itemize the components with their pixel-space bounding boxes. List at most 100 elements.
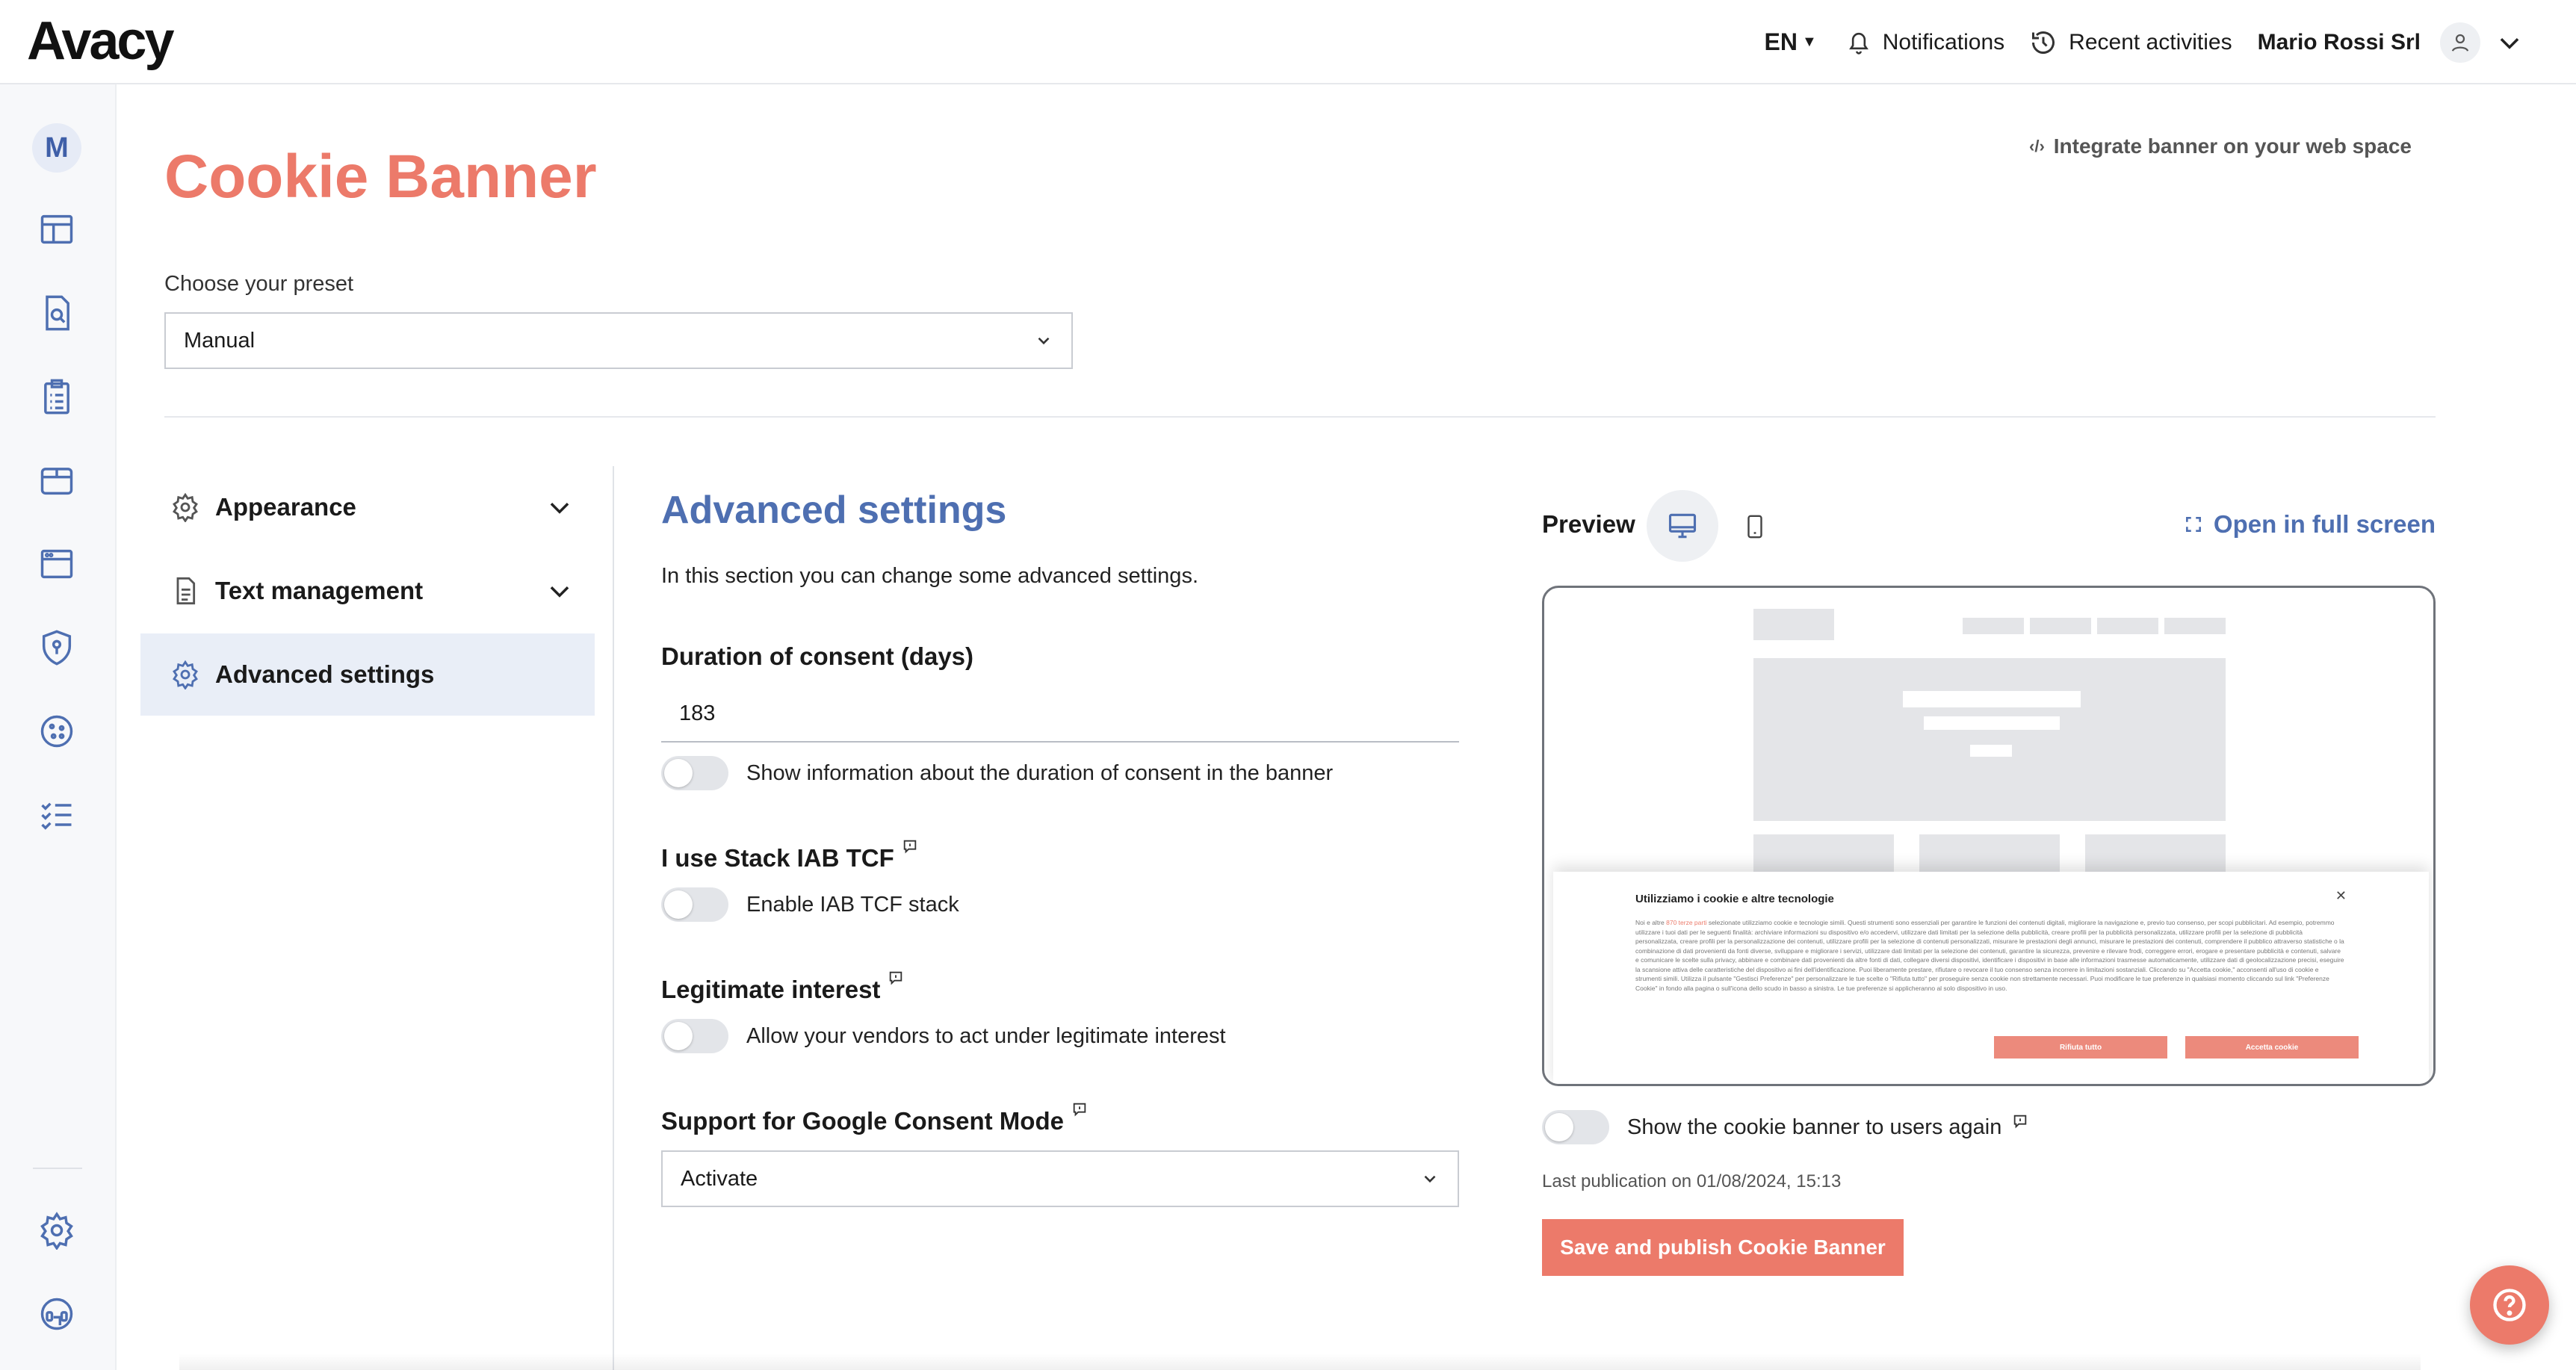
document-search-icon[interactable]	[36, 292, 78, 334]
headset-icon[interactable]	[36, 1293, 78, 1335]
chevron-down-icon[interactable]	[2495, 28, 2524, 57]
recent-activities-button[interactable]: Recent activities	[2030, 29, 2232, 56]
preview-label: Preview	[1542, 510, 1635, 538]
legit-title-text: Legitimate interest	[661, 976, 881, 1003]
shield-icon[interactable]	[36, 627, 78, 669]
page-title: Cookie Banner	[164, 143, 597, 211]
user-name[interactable]: Mario Rossi Srl	[2258, 30, 2421, 55]
desktop-preview-button[interactable]	[1647, 490, 1718, 562]
expand-icon	[2185, 517, 2201, 532]
chevron-down-icon	[550, 503, 569, 514]
duration-title-text: Duration of consent (days)	[661, 642, 974, 670]
info-tooltip-icon[interactable]	[1071, 1101, 1088, 1118]
preview-placeholder-hero	[1753, 658, 2226, 821]
dashboard-icon[interactable]	[36, 208, 78, 250]
preview-placeholder-nav	[2097, 618, 2158, 634]
legit-toggle-row: Allow your vendors to act under legitima…	[661, 1019, 1226, 1053]
notifications-label: Notifications	[1882, 29, 2005, 55]
gcm-value: Activate	[681, 1166, 758, 1191]
language-label: EN	[1764, 28, 1798, 55]
recent-activities-label: Recent activities	[2069, 29, 2232, 55]
top-bar-actions: EN ▼ Notifications Recent activities Mar…	[1765, 0, 2524, 84]
box-icon[interactable]	[36, 459, 78, 501]
duration-info-toggle-row: Show information about the duration of c…	[661, 756, 1333, 790]
top-bar: Avacy EN ▼ Notifications Recent activiti…	[0, 0, 2576, 84]
browser-window-icon[interactable]	[36, 543, 78, 585]
sidebar: M	[0, 84, 117, 1370]
document-icon	[169, 574, 202, 607]
menu-item-label: Text management	[215, 577, 424, 604]
checklist-icon[interactable]	[36, 794, 78, 836]
close-icon: ✕	[2335, 888, 2347, 903]
gear-icon[interactable]	[36, 1209, 78, 1251]
bottom-shadow	[179, 1354, 2421, 1370]
preview-placeholder-nav	[2164, 618, 2226, 634]
preview-placeholder-hero-line	[1903, 691, 2081, 707]
history-icon	[2032, 31, 2055, 54]
iab-title: I use Stack IAB TCF	[661, 840, 918, 872]
gcm-title: Support for Google Consent Mode	[661, 1103, 1088, 1135]
duration-info-toggle-label: Show information about the duration of c…	[746, 760, 1334, 785]
chevron-down-icon	[550, 586, 569, 598]
caret-down-icon: ▼	[1801, 34, 1817, 50]
duration-info-toggle[interactable]	[661, 756, 728, 790]
legit-toggle[interactable]	[661, 1019, 728, 1053]
gcm-title-text: Support for Google Consent Mode	[661, 1107, 1064, 1135]
iab-toggle-row: Enable IAB TCF stack	[661, 887, 959, 922]
preview-placeholder-hero-button	[1970, 745, 2012, 757]
preview-placeholder-logo	[1753, 609, 1834, 640]
gear-icon	[169, 491, 202, 524]
info-tooltip-icon[interactable]	[2012, 1113, 2028, 1129]
legit-toggle-label: Allow your vendors to act under legitima…	[746, 1023, 1226, 1048]
notifications-button[interactable]: Notifications	[1847, 30, 2004, 55]
cookie-banner-text: Noi e altre 870 terze parti selezionate …	[1635, 919, 2344, 992]
bell-icon	[1848, 32, 1868, 55]
save-publish-button[interactable]: Save and publish Cookie Banner	[1542, 1219, 1904, 1276]
open-fullscreen-link[interactable]: Open in full screen	[2184, 510, 2436, 539]
cookie-banner-reject-button: Rifiuta tutto	[1994, 1036, 2167, 1059]
legit-title: Legitimate interest	[661, 971, 904, 1004]
preview-placeholder-hero-line	[1924, 716, 2060, 730]
preset-select[interactable]: Manual	[164, 312, 1073, 369]
open-fullscreen-label: Open in full screen	[2213, 510, 2436, 538]
menu-item-text-management[interactable]: Text management	[140, 550, 595, 632]
menu-item-label: Appearance	[215, 493, 356, 521]
cookie-icon[interactable]	[36, 710, 78, 752]
mobile-icon	[1747, 515, 1762, 539]
duration-input[interactable]: 183	[661, 686, 1459, 743]
show-again-toggle-row: Show the cookie banner to users again	[1542, 1110, 2028, 1144]
language-selector[interactable]: EN ▼	[1765, 28, 1817, 56]
iab-toggle[interactable]	[661, 887, 728, 922]
user-avatar[interactable]	[2440, 22, 2480, 63]
menu-item-advanced-settings[interactable]: Advanced settings	[140, 633, 595, 716]
menu-item-label: Advanced settings	[215, 660, 435, 688]
column-divider	[613, 466, 614, 1370]
preset-value: Manual	[184, 328, 256, 353]
integrate-banner-link[interactable]: ‹/› Integrate banner on your web space	[2029, 134, 2412, 158]
cookie-banner-accept-button: Accetta cookie	[2185, 1036, 2359, 1059]
app-logo[interactable]: Avacy	[27, 10, 174, 72]
last-publication-text: Last publication on 01/08/2024, 15:13	[1542, 1171, 1842, 1191]
banner-preview: Utilizziamo i cookie e altre tecnologie …	[1542, 586, 2436, 1086]
help-button[interactable]	[2470, 1265, 2549, 1345]
integrate-banner-label: Integrate banner on your web space	[2053, 134, 2412, 158]
preset-label: Choose your preset	[164, 272, 354, 296]
gear-icon	[169, 658, 202, 691]
show-again-label: Show the cookie banner to users again	[1627, 1115, 2002, 1139]
desktop-icon	[1668, 513, 1697, 539]
show-again-toggle[interactable]	[1542, 1110, 1609, 1144]
info-tooltip-icon[interactable]	[902, 838, 918, 855]
duration-title: Duration of consent (days)	[661, 642, 973, 671]
gcm-select[interactable]: Activate	[661, 1150, 1459, 1207]
sidebar-divider	[33, 1168, 82, 1169]
user-icon	[2451, 34, 2469, 52]
info-tooltip-icon[interactable]	[888, 970, 904, 986]
clipboard-list-icon[interactable]	[36, 376, 78, 418]
question-icon	[2493, 1289, 2526, 1321]
workspace-avatar[interactable]: M	[32, 123, 81, 173]
advanced-settings-title: Advanced settings	[661, 489, 1007, 532]
iab-toggle-label: Enable IAB TCF stack	[746, 892, 959, 917]
code-icon: ‹/›	[2029, 137, 2045, 155]
menu-item-appearance[interactable]: Appearance	[140, 466, 595, 548]
mobile-preview-button[interactable]	[1736, 508, 1774, 545]
